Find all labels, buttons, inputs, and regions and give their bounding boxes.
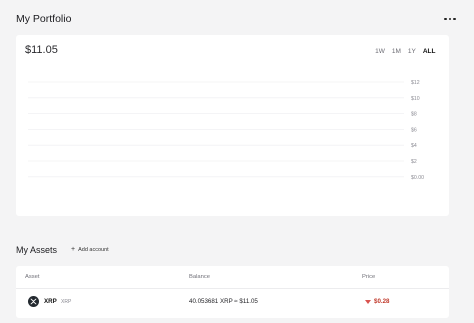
asset-symbol: XRP: [44, 298, 57, 305]
add-account-label: Add account: [78, 247, 109, 253]
column-header-price: Price: [362, 274, 376, 280]
y-tick-label: $0.00: [411, 175, 424, 181]
plus-icon: +: [71, 246, 76, 253]
y-tick-label: $8: [411, 112, 417, 118]
add-account-button[interactable]: + Add account: [71, 246, 109, 253]
y-tick-label: $10: [411, 96, 420, 102]
assets-header: My Assets + Add account: [16, 245, 109, 255]
page-header: My Portfolio: [16, 10, 458, 28]
chart-grid: [28, 81, 404, 178]
page-title: My Portfolio: [16, 13, 72, 25]
y-tick-label: $6: [411, 127, 417, 133]
xrp-icon: [28, 296, 39, 307]
y-tick-label: $4: [411, 143, 417, 149]
assets-table: Asset Balance Price XRP XRP 40.053681 XR…: [16, 266, 449, 318]
more-options-button[interactable]: [442, 13, 458, 25]
column-header-balance: Balance: [189, 274, 210, 280]
asset-price: $0.28: [365, 298, 389, 305]
y-tick-label: $2: [411, 159, 417, 165]
portfolio-chart: $12 $10 $8 $6 $4 $2 $0.00: [28, 80, 424, 181]
portfolio-card: $11.05 1W 1M 1Y ALL $12 $10 $8 $6 $4 $2 $0.00: [16, 35, 449, 216]
assets-title: My Assets: [16, 245, 58, 255]
more-horizontal-icon: [444, 17, 456, 21]
y-tick-label: $12: [411, 80, 420, 86]
table-row[interactable]: XRP XRP 40.053681 XRP ≈ $11.05 $0.28: [16, 289, 449, 315]
chart-y-axis: $12 $10 $8 $6 $4 $2 $0.00: [411, 80, 424, 181]
asset-name: XRP: [61, 299, 72, 305]
asset-price-value: $0.28: [374, 298, 390, 305]
column-header-asset: Asset: [25, 274, 40, 280]
trend-down-icon: [365, 299, 371, 304]
asset-balance: 40.053681 XRP ≈ $11.05: [189, 298, 258, 305]
